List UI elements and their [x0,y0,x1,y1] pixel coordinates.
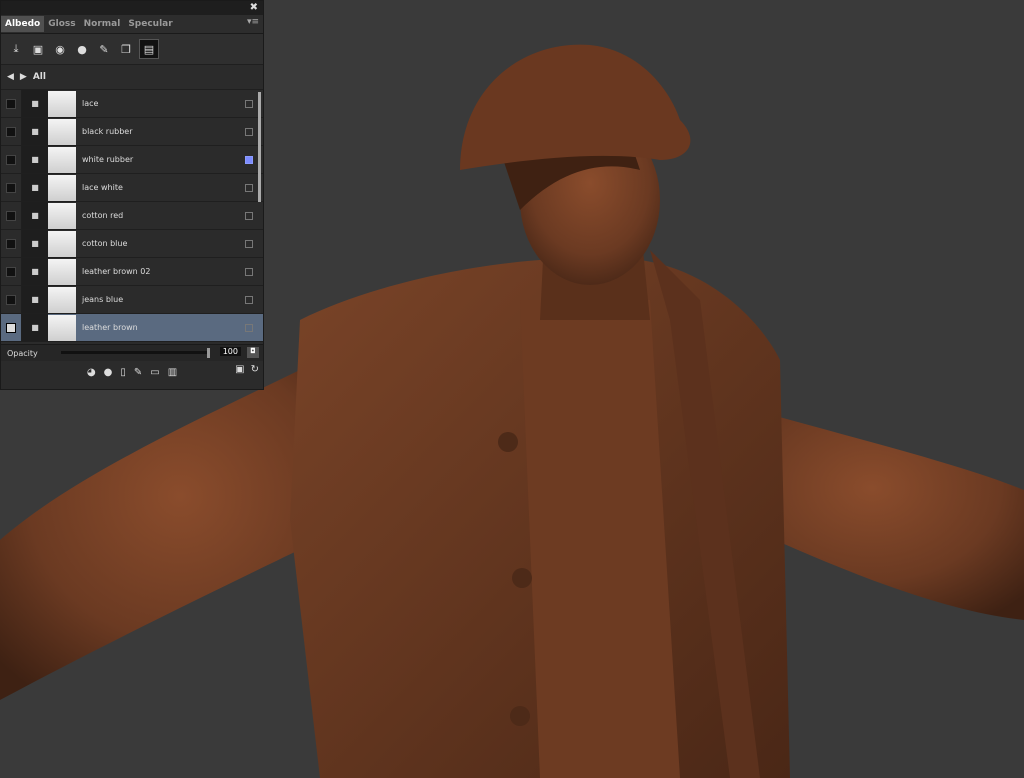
panel-toolbar: ⤓ ▣ ◉ ● ✎ ❐ ▤ [1,34,263,65]
layer-icon[interactable]: ▤ [139,39,159,59]
vest-button [512,568,532,588]
copy-icon[interactable]: ❐ [117,40,135,58]
folder-icon[interactable]: ■ [22,174,48,201]
paint-icon[interactable]: ● [73,40,91,58]
folder-icon[interactable]: ■ [22,90,48,117]
folder-icon[interactable]: ■ [22,202,48,229]
opacity-control: Opacity 100 ◘ [1,344,263,361]
folder-icon[interactable]: ■ [22,230,48,257]
mask-toggle[interactable] [245,323,253,332]
layer-name: lace white [82,183,123,192]
layer-name: cotton blue [82,239,128,248]
layer-name: leather brown [82,323,138,332]
new-layer-icon[interactable]: ▣ [29,40,47,58]
layer-thumbnail [48,118,76,145]
folder-icon[interactable]: ■ [22,146,48,173]
chevron-left-icon[interactable]: ◀ [7,72,14,82]
breadcrumb: ◀ ▶ All [1,65,263,90]
layer-name: white rubber [82,155,134,164]
layer-name: leather brown 02 [82,267,151,276]
opacity-value[interactable]: 100 [219,347,241,356]
layer-row-selected[interactable]: ■ leather brown [1,314,263,342]
layer-row[interactable]: ■ cotton blue [1,230,263,258]
tab-gloss[interactable]: Gloss [44,16,79,32]
visibility-toggle[interactable] [1,286,22,313]
layer-list: ■ lace ■ black rubber ■ white rubber ■ l… [1,90,263,344]
mask-toggle[interactable] [245,127,253,136]
save-icon[interactable]: ▣ [235,364,244,375]
folder-icon[interactable]: ■ [22,314,48,341]
folder-icon[interactable]: ■ [22,286,48,313]
layer-row[interactable]: ■ white rubber [1,146,263,174]
layer-row[interactable]: ■ black rubber [1,118,263,146]
visibility-toggle[interactable] [1,230,22,257]
layer-thumbnail [48,314,76,341]
layer-thumbnail [48,258,76,285]
vest-button [510,706,530,726]
brush-icon[interactable]: ✎ [95,40,113,58]
layer-thumbnail [48,90,76,117]
tab-albedo[interactable]: Albedo [1,16,45,32]
layer-name: lace [82,99,99,108]
chevron-right-icon[interactable]: ▶ [20,72,27,82]
mask-toggle[interactable] [245,183,253,192]
brush-icon[interactable]: ✎ [134,367,142,378]
layer-row[interactable]: ■ jeans blue [1,286,263,314]
new-layer-icon[interactable]: ▯ [120,367,126,378]
panel-bottombar: ◕ ● ▯ ✎ ▭ ▥ ▣ ↻ [1,361,263,383]
layers-panel: ✖ Albedo Gloss Normal Specular ▾≡ ⤓ ▣ ◉ … [0,0,264,390]
layer-thumbnail [48,230,76,257]
layer-row[interactable]: ■ cotton red [1,202,263,230]
trash-icon[interactable]: ▥ [168,367,177,378]
layer-scrollbar[interactable] [258,92,261,202]
sphere-icon[interactable]: ◕ [87,367,96,378]
mask-toggle[interactable] [245,295,253,304]
layer-thumbnail [48,174,76,201]
layer-row[interactable]: ■ lace white [1,174,263,202]
opacity-label: Opacity [7,348,38,358]
paint-icon[interactable]: ● [104,367,113,378]
layer-name: cotton red [82,211,124,220]
visibility-toggle[interactable] [1,146,22,173]
layer-name: jeans blue [82,295,124,304]
sphere-icon[interactable]: ◉ [51,40,69,58]
opacity-reset-button[interactable]: ◘ [247,347,259,358]
layer-name: black rubber [82,127,133,136]
refresh-icon[interactable]: ↻ [251,364,259,375]
tab-specular[interactable]: Specular [124,16,176,32]
mask-toggle[interactable] [245,211,253,220]
layer-row[interactable]: ■ leather brown 02 [1,258,263,286]
folder-icon[interactable]: ▭ [150,367,159,378]
download-icon[interactable]: ⤓ [7,40,25,58]
visibility-toggle[interactable] [1,174,22,201]
channel-tabs: Albedo Gloss Normal Specular ▾≡ [1,15,263,34]
visibility-toggle[interactable] [1,118,22,145]
opacity-slider-knob[interactable] [207,348,210,358]
visibility-toggle[interactable] [1,202,22,229]
panel-titlebar: ✖ [1,1,263,15]
close-icon[interactable]: ✖ [250,1,258,15]
folder-icon[interactable]: ■ [22,258,48,285]
menu-icon[interactable]: ▾≡ [247,17,259,27]
mask-toggle[interactable] [245,99,253,108]
visibility-toggle[interactable] [1,258,22,285]
mask-toggle[interactable] [245,267,253,276]
tab-normal[interactable]: Normal [80,16,125,32]
opacity-slider[interactable] [61,351,208,354]
mask-toggle[interactable] [245,239,253,248]
visibility-toggle[interactable] [1,90,22,117]
visibility-toggle[interactable] [1,314,22,341]
layer-thumbnail [48,286,76,313]
mask-toggle[interactable] [245,155,253,164]
layer-thumbnail [48,202,76,229]
layer-row[interactable]: ■ lace [1,90,263,118]
breadcrumb-label: All [32,72,46,82]
vest-button [498,432,518,452]
layer-thumbnail [48,146,76,173]
folder-icon[interactable]: ■ [22,118,48,145]
